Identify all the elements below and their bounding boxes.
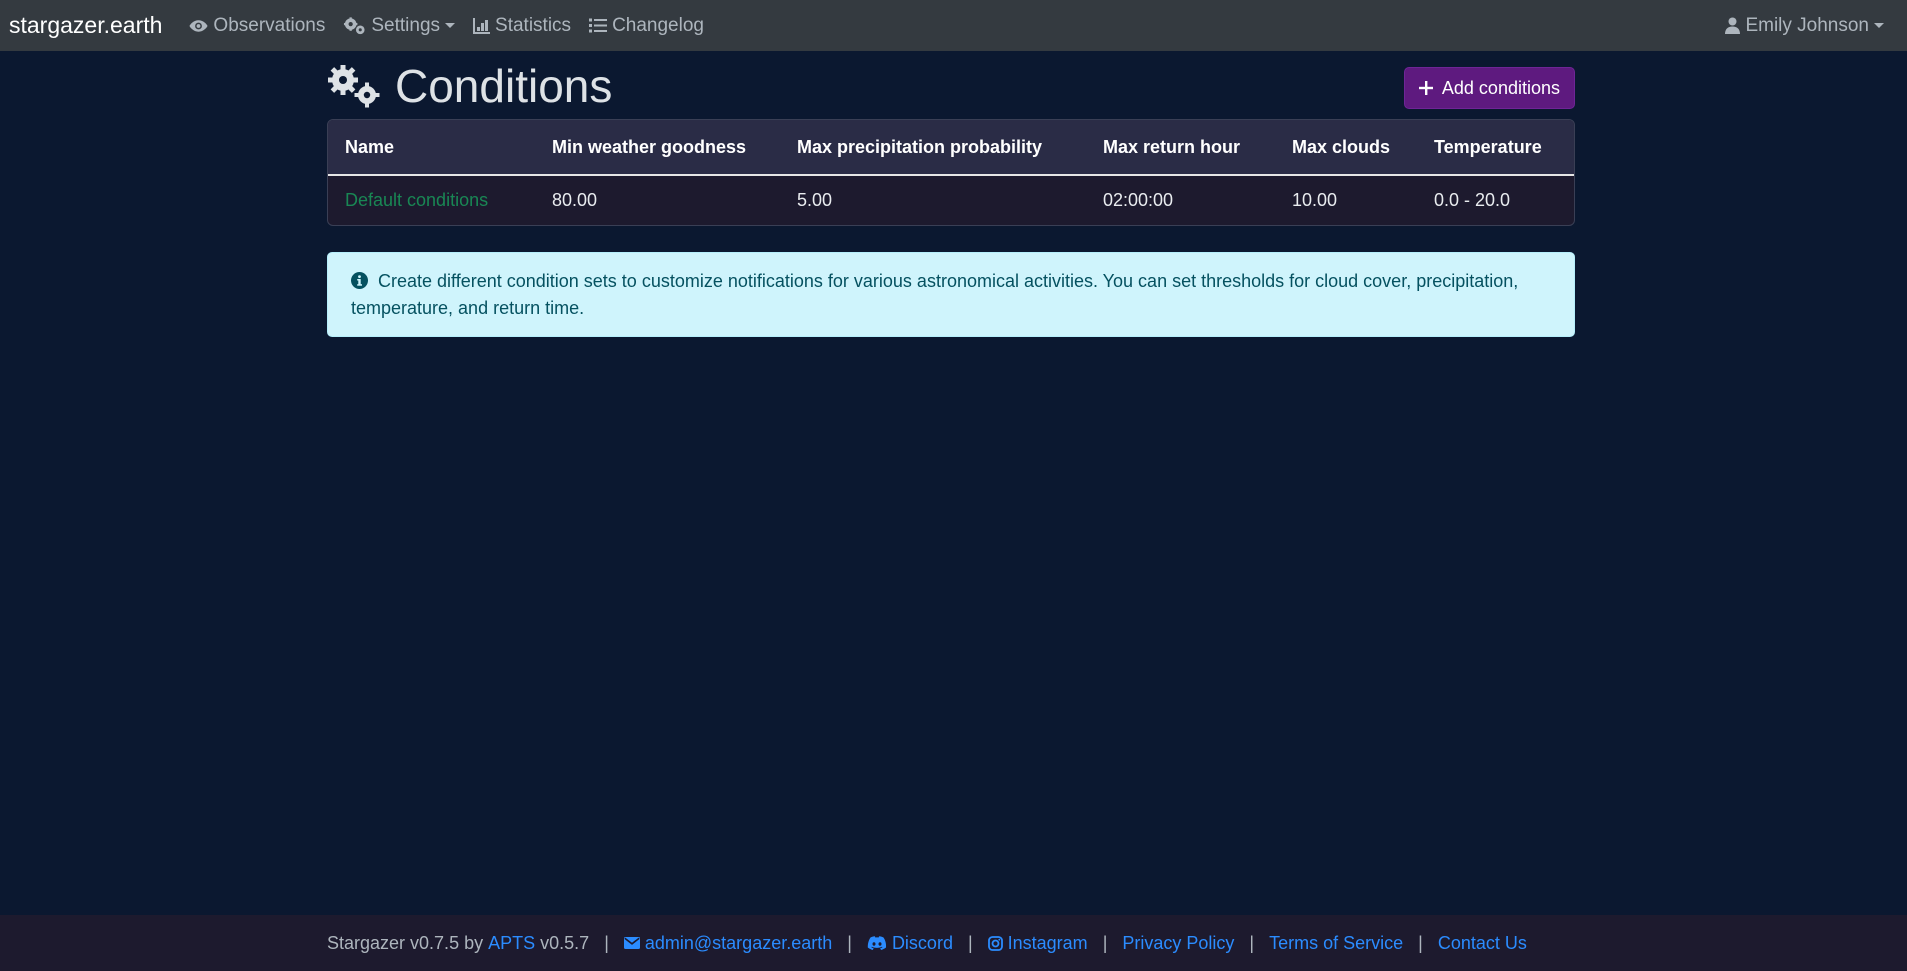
footer-separator: | [1418,932,1423,953]
cell-min-weather-goodness: 80.00 [552,190,598,210]
plus-icon [1418,81,1433,95]
cell-name: Default conditions [328,175,535,225]
chart-icon [473,17,491,34]
caret-down-icon [1874,23,1884,28]
user-icon [1725,17,1741,34]
apts-version: v0.5.7 [540,932,590,953]
gears-icon [328,65,380,108]
footer-discord-link[interactable]: Discord [867,933,953,954]
footer-instagram-link[interactable]: Instagram [987,932,1088,954]
info-circle-icon [351,272,368,289]
page-header: Conditions Add conditions [327,51,1575,119]
caret-down-icon [445,23,456,28]
footer-separator: | [604,932,609,953]
footer-instagram-label: Instagram [1007,932,1088,953]
page-title-text: Conditions [395,60,613,112]
footer-email-link[interactable]: admin@stargazer.earth [623,932,833,954]
info-alert: Create different condition sets to custo… [327,252,1575,337]
condition-name-link[interactable]: Default conditions [345,190,488,210]
footer-privacy-link[interactable]: Privacy Policy [1122,933,1234,954]
nav-settings-dropdown[interactable]: Settings [343,14,456,37]
conditions-table: Name Min weather goodness Max precipitat… [328,120,1574,225]
footer-contact-link[interactable]: Contact Us [1438,933,1527,954]
nav-statistics-label: Statistics [495,14,572,36]
user-menu-dropdown[interactable]: Emily Johnson [1725,15,1884,37]
instagram-icon [987,935,1003,951]
list-icon [589,18,608,33]
footer-app-text: Stargazer v0.7.5 by [327,932,484,953]
table-header-row: Name Min weather goodness Max precipitat… [328,120,1574,176]
page-title: Conditions [327,59,612,113]
nav-settings-label: Settings [371,14,441,36]
nav-observations[interactable]: Observations [189,15,325,37]
eye-icon [189,19,208,32]
cell-max-clouds: 10.00 [1292,190,1338,210]
footer-separator: | [967,932,973,953]
conditions-table-wrapper: Name Min weather goodness Max precipitat… [327,119,1575,226]
cell-temperature: 0.0 - 20.0 [1434,190,1511,210]
column-header-max-precipitation-probability: Max precipitation probability [780,120,1086,176]
column-header-max-clouds: Max clouds [1275,120,1417,176]
user-name-label: Emily Johnson [1745,14,1869,36]
column-header-min-weather-goodness: Min weather goodness [535,120,780,176]
page-footer: Stargazer v0.7.5 by APTS v0.5.7 | admin@… [0,915,1907,971]
add-conditions-label: Add conditions [1441,77,1560,98]
main-content: Conditions Add conditions Name Min weath… [327,51,1575,363]
footer-separator: | [1249,932,1255,953]
add-conditions-button[interactable]: Add conditions [1403,67,1575,109]
brand-link[interactable]: stargazer.earth [9,12,162,39]
nav-statistics[interactable]: Statistics [473,15,571,37]
footer-terms-link[interactable]: Terms of Service [1269,933,1403,954]
apts-link[interactable]: APTS [488,933,535,954]
info-alert-text: Create different condition sets to custo… [351,271,1519,318]
cell-max-precipitation-probability: 5.00 [797,190,833,210]
column-header-temperature: Temperature [1417,120,1574,176]
footer-email-label: admin@stargazer.earth [644,932,833,953]
column-header-max-return-hour: Max return hour [1086,120,1275,176]
footer-separator: | [1102,932,1108,953]
footer-discord-label: Discord [891,932,953,953]
nav-changelog[interactable]: Changelog [589,15,704,37]
footer-separator: | [847,932,852,953]
discord-icon [867,935,886,950]
gears-icon [344,16,365,34]
nav-changelog-label: Changelog [612,14,704,36]
top-navbar: stargazer.earth Observations Settings St… [0,0,1907,51]
envelope-icon [623,937,640,949]
table-row: Default conditions 80.00 5.00 02:00:00 1… [328,175,1574,225]
cell-max-return-hour: 02:00:00 [1103,190,1174,210]
column-header-name: Name [328,120,535,176]
nav-observations-label: Observations [213,14,326,36]
